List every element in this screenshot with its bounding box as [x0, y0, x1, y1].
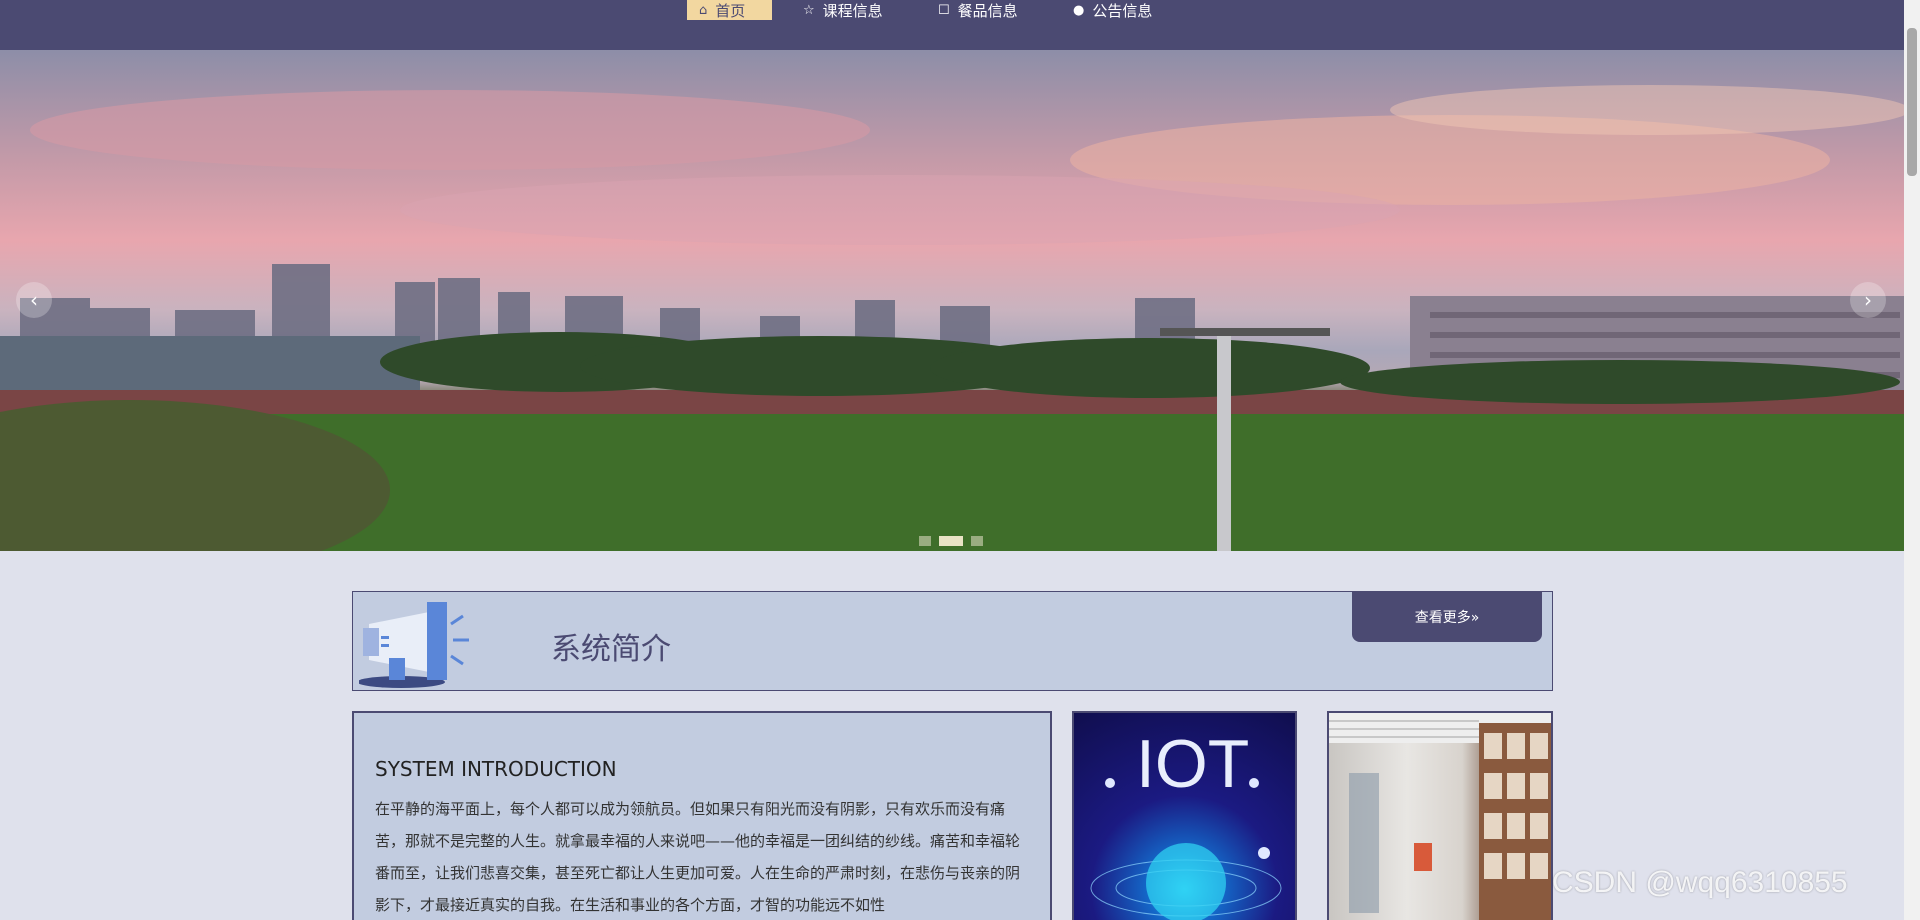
page-scrollbar[interactable] [1904, 0, 1920, 920]
intro-section-header: 系统简介 查看更多» [352, 591, 1553, 691]
carousel-dot[interactable] [919, 536, 931, 546]
nav-item-courses[interactable]: ☆ 课程信息 [803, 0, 883, 20]
section-title: 系统简介 [551, 632, 671, 667]
info-icon: ● [1073, 2, 1085, 18]
top-nav: ⌂ 首页 ☆ 课程信息 ☐ 餐品信息 ● 公告信息 [0, 0, 1904, 50]
library-image[interactable] [1327, 711, 1553, 920]
nav-item-notices[interactable]: ● 公告信息 [1073, 0, 1152, 20]
library-graphic [1329, 713, 1551, 920]
carousel-next-button[interactable]: › [1850, 282, 1886, 318]
banner-carousel: ‹ › [0, 50, 1904, 551]
carousel-indicators [919, 536, 983, 546]
intro-body-text: 在平静的海平面上，每个人都可以成为领航员。但如果只有阳光而没有阴影，只有欢乐而没… [375, 800, 1021, 914]
csdn-watermark: CSDN @wqq6310855 [1552, 866, 1848, 899]
intro-text-card: SYSTEM INTRODUCTION 在平静的海平面上，每个人都可以成为领航员… [352, 711, 1052, 920]
iot-globe-graphic [1090, 778, 1282, 920]
nav-item-meals[interactable]: ☐ 餐品信息 [938, 0, 1018, 20]
nav-item-label: 餐品信息 [957, 1, 1018, 20]
nav-item-home[interactable]: ⌂ 首页 [687, 0, 772, 20]
iot-image[interactable]: IOT [1072, 711, 1297, 920]
scrollbar-thumb[interactable] [1907, 28, 1917, 176]
carousel-dot-active[interactable] [939, 536, 963, 546]
nav-item-label: 公告信息 [1092, 1, 1153, 20]
intro-heading-en: SYSTEM INTRODUCTION [375, 757, 617, 781]
nav-item-label: 首页 [715, 1, 746, 20]
nav-item-label: 课程信息 [822, 1, 883, 20]
banner-image [0, 85, 1904, 551]
view-more-button[interactable]: 查看更多» [1352, 591, 1542, 642]
carousel-prev-button[interactable]: ‹ [16, 282, 52, 318]
carousel-dot[interactable] [971, 536, 983, 546]
star-icon: ☆ [803, 2, 815, 18]
home-icon: ⌂ [699, 2, 708, 18]
square-icon: ☐ [938, 2, 950, 18]
megaphone-icon [359, 602, 469, 688]
